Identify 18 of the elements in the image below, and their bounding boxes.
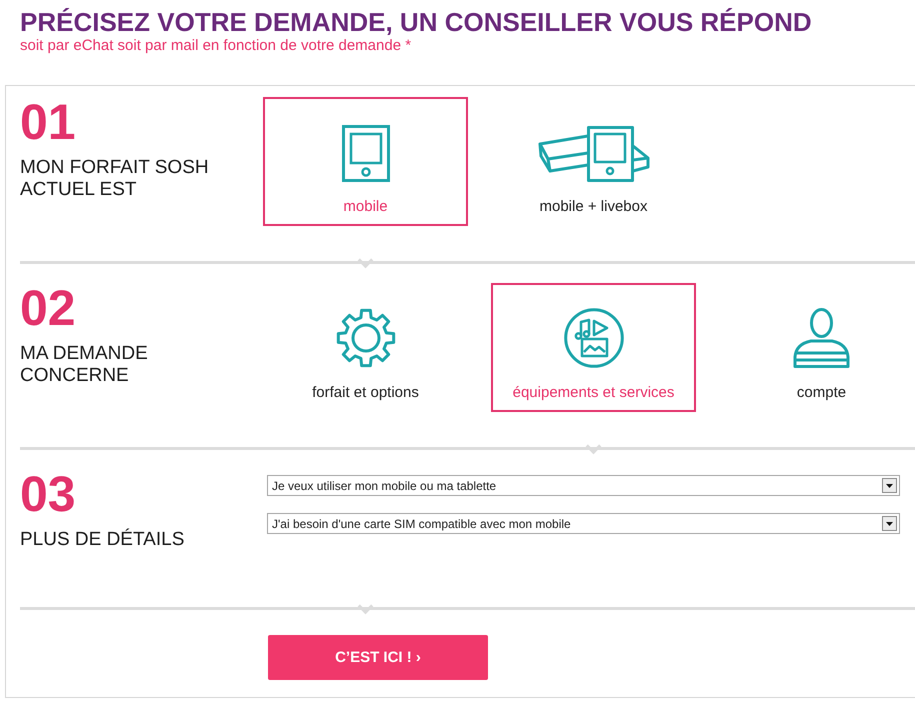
select-field[interactable]: J'ai besoin d'une carte SIM compatible avec mon mobile (267, 513, 900, 534)
choice-option[interactable]: mobile (263, 97, 468, 226)
step-label: MA DEMANDE CONCERNE (20, 343, 149, 387)
step-number: 01 (20, 97, 76, 147)
person-icon (793, 308, 850, 368)
select-field[interactable]: Je veux utiliser mon mobile ou ma tablette (267, 475, 900, 496)
step-label: PLUS DE DÉTAILS (20, 529, 186, 551)
tablet-and-box-icon (537, 126, 650, 182)
tablet-icon (342, 125, 390, 182)
media-circle-icon (564, 308, 624, 368)
page-title: PRÉCISEZ VOTRE DEMANDE, UN CONSEILLER VOUS RÉPOND (20, 7, 813, 37)
step-label: MON FORFAIT SOSH ACTUEL EST (20, 157, 210, 201)
step-number: 03 (20, 469, 76, 519)
step-number: 02 (20, 283, 76, 333)
page-subtitle: soit par eChat soit par mail en fonction de votre demande * (20, 37, 412, 55)
gear-icon (336, 308, 396, 368)
submit-button[interactable]: C’EST ICI ! › (268, 635, 488, 680)
choice-option[interactable]: équipements et services (491, 283, 696, 412)
